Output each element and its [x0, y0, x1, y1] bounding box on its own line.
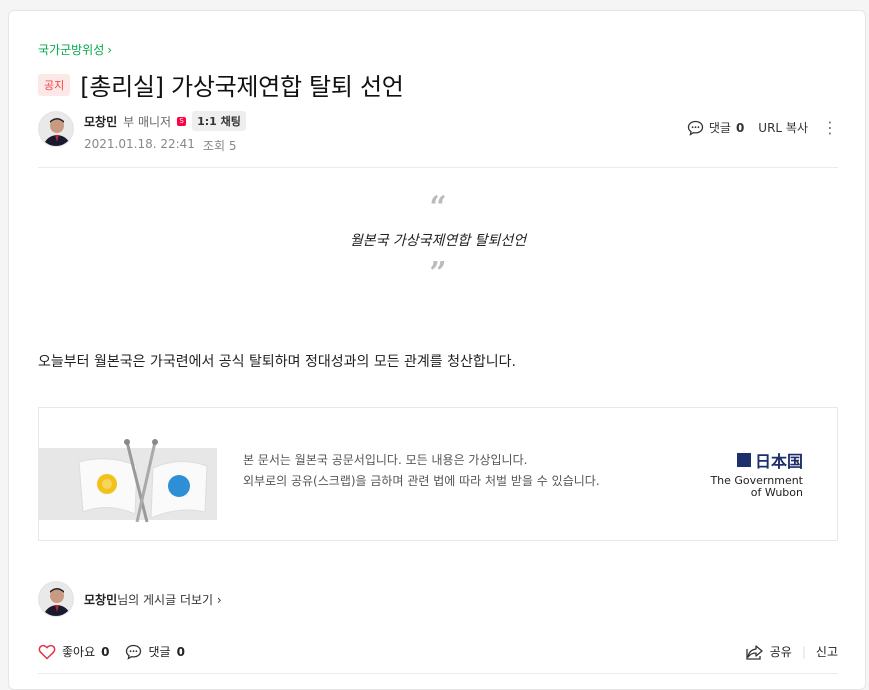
banner-text: 본 문서는 월본국 공문서입니다. 모든 내용은 가상입니다. 외부로의 공유(… — [243, 450, 600, 492]
comment-label: 댓글 — [148, 645, 171, 659]
comment-button[interactable]: 댓글 0 — [125, 643, 185, 660]
more-posts-link[interactable]: 모창민님의 게시글 더보기 › — [38, 581, 222, 617]
chevron-right-icon: › — [107, 42, 113, 57]
logo-square — [736, 453, 751, 467]
gov-english-2: of Wubon — [750, 486, 803, 499]
gov-kanji: 日本国 — [754, 452, 803, 471]
header-divider — [38, 167, 838, 168]
category-label: 국가군방위성 — [38, 43, 105, 57]
comment-count: 0 — [735, 120, 745, 135]
quote-text: 월본국 가상국제연합 탈퇴선언 — [349, 233, 527, 249]
author-info: 모창민 부 매니저 S 1:1 채팅 2021.01.18. 22:41 조회 … — [84, 111, 246, 154]
url-copy-button[interactable]: URL 복사 — [758, 119, 808, 136]
post-card: 국가군방위성 › 공지 [총리실] 가상국제연합 탈퇴 선언 모창민 부 매니저… — [8, 10, 866, 690]
comment-icon — [687, 120, 703, 136]
view-count: 조회 5 — [202, 139, 237, 153]
author-section: 모창민 부 매니저 S 1:1 채팅 2021.01.18. 22:41 조회 … — [38, 111, 838, 154]
bottom-bar: 좋아요 0 댓글 0 공유 | 신고 — [38, 643, 838, 660]
comment-icon — [126, 644, 142, 660]
quote-block: “ 월본국 가상국제연합 탈퇴선언 ” — [38, 190, 838, 291]
body-paragraph: 오늘부터 월본국은 가국련에서 공식 탈퇴하며 정대성과의 모든 관계를 청산합… — [38, 354, 516, 370]
like-label: 좋아요 — [62, 645, 96, 659]
like-count: 0 — [101, 644, 110, 659]
bottom-divider — [38, 673, 838, 674]
more-dots-icon[interactable]: ⋮ — [822, 119, 838, 135]
open-quote-mark: “ — [429, 190, 447, 225]
report-button[interactable]: 신고 — [816, 643, 838, 660]
more-author: 모창민 — [84, 592, 118, 607]
manager-icon: S — [177, 116, 187, 126]
like-button[interactable]: 좋아요 0 — [38, 643, 109, 660]
author-role: 부 매니저 — [123, 114, 172, 129]
avatar[interactable] — [38, 581, 74, 617]
government-logo: 日本国 The Government of Wubon — [710, 448, 803, 499]
close-quote-mark: ” — [429, 256, 447, 291]
official-banner: 본 문서는 월본국 공문서입니다. 모든 내용은 가상입니다. 외부로의 공유(… — [38, 407, 838, 541]
category-link[interactable]: 국가군방위성 › — [38, 41, 112, 58]
post-tools: 댓글 0 URL 복사 ⋮ — [687, 119, 838, 136]
chat-button[interactable]: 1:1 채팅 — [192, 111, 246, 131]
share-label: 공유 — [769, 645, 792, 659]
share-button[interactable]: 공유 — [746, 643, 792, 660]
banner-line-1: 본 문서는 월본국 공문서입니다. 모든 내용은 가상입니다. — [243, 453, 528, 467]
separator: | — [801, 644, 806, 659]
share-icon — [746, 644, 763, 660]
author-name[interactable]: 모창민 — [84, 113, 117, 130]
chevron-right-icon: › — [216, 592, 222, 607]
notice-badge: 공지 — [38, 73, 71, 96]
comment-count: 0 — [176, 644, 185, 659]
crossed-flags-image — [39, 439, 217, 522]
banner-line-2: 외부로의 공유(스크랩)을 금하며 관련 법에 따라 처벌 받을 수 있습니다. — [243, 474, 600, 488]
title-row: 공지 [총리실] 가상국제연합 탈퇴 선언 — [38, 67, 404, 102]
more-suffix: 님의 게시글 더보기 — [117, 592, 214, 607]
comment-label: 댓글 — [708, 121, 731, 135]
page-title: [총리실] 가상국제연합 탈퇴 선언 — [80, 73, 404, 101]
heart-icon — [38, 644, 56, 660]
more-posts-text: 모창민님의 게시글 더보기 › — [84, 591, 222, 608]
comment-toggle[interactable]: 댓글 0 — [687, 119, 744, 136]
avatar[interactable] — [38, 111, 74, 147]
post-date: 2021.01.18. 22:41 — [84, 137, 195, 151]
